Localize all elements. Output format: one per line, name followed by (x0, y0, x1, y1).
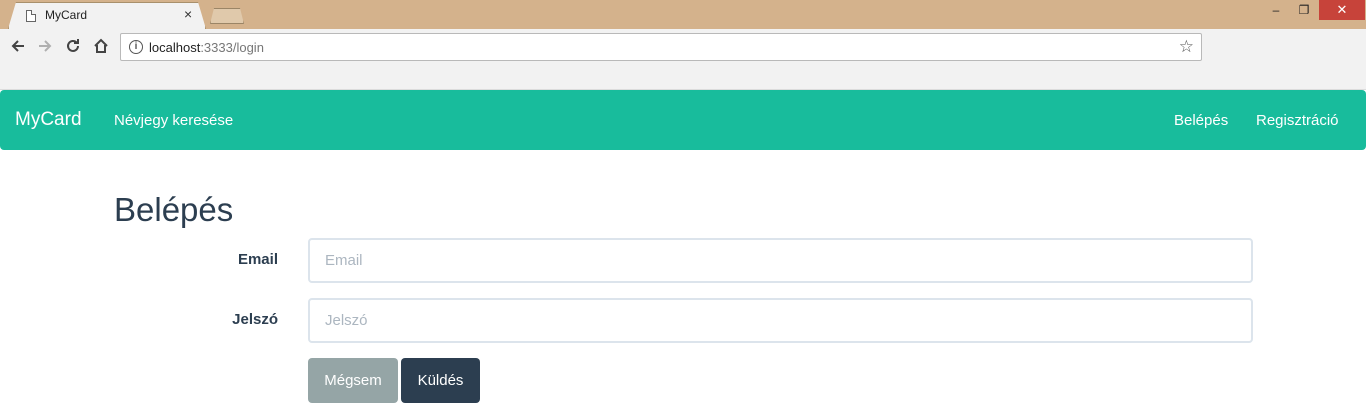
tab-close-icon[interactable]: × (184, 6, 192, 22)
nav-link-search[interactable]: Névjegy keresése (114, 112, 233, 129)
nav-link-register[interactable]: Regisztráció (1256, 112, 1339, 129)
restore-button[interactable]: ❐ (1290, 0, 1318, 20)
url-path: :3333/login (200, 40, 264, 55)
url-host: localhost (149, 40, 201, 55)
brand-logo[interactable]: MyCard (15, 109, 82, 131)
password-field[interactable] (308, 298, 1253, 343)
minimize-button[interactable]: – (1262, 0, 1290, 20)
url-text[interactable]: localhost:3333/login (149, 40, 264, 55)
cancel-button[interactable]: Mégsem (308, 358, 398, 403)
nav-link-login[interactable]: Belépés (1174, 112, 1228, 129)
new-tab-button[interactable] (210, 8, 244, 24)
site-navbar: MyCard Névjegy keresése Belépés Regisztr… (0, 90, 1366, 150)
forward-icon[interactable] (35, 37, 55, 57)
home-icon[interactable] (91, 37, 111, 57)
browser-tab-strip: MyCard × – ❐ ✕ (0, 0, 1366, 29)
browser-toolbar: i localhost:3333/login ☆ (0, 29, 1366, 90)
address-bar[interactable]: i localhost:3333/login ☆ (120, 33, 1202, 61)
submit-button[interactable]: Küldés (401, 358, 480, 403)
password-label: Jelszó (232, 311, 278, 328)
email-field[interactable] (308, 238, 1253, 283)
tab-title[interactable]: MyCard (45, 8, 87, 22)
star-icon[interactable]: ☆ (1179, 37, 1194, 57)
info-icon[interactable]: i (129, 40, 143, 54)
email-label: Email (237, 251, 278, 268)
window-close-button[interactable]: ✕ (1319, 0, 1365, 20)
page-icon (26, 10, 36, 22)
page-title: Belépés (114, 191, 234, 228)
reload-icon[interactable] (63, 37, 83, 57)
back-icon[interactable] (8, 37, 28, 57)
